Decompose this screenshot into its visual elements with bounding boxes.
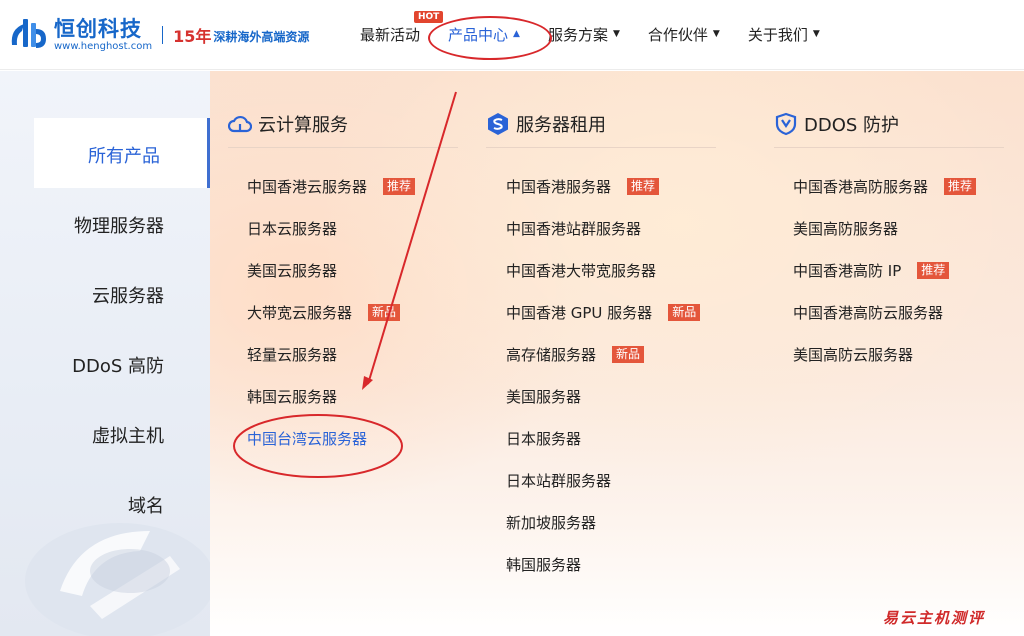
cloud-icon [228, 115, 252, 133]
menu-item-us-server[interactable]: 美国服务器 [506, 385, 581, 407]
column-divider [774, 147, 1004, 148]
nav-item-about-us[interactable]: 关于我们 ▼ [748, 24, 820, 45]
nav-item-solutions[interactable]: 服务方案 ▼ [548, 24, 620, 45]
menu-item-label: 中国香港云服务器 [247, 177, 368, 196]
menu-item-label: 轻量云服务器 [247, 345, 338, 364]
menu-item-label: 中国香港服务器 [506, 177, 612, 196]
menu-item-label: 中国台湾云服务器 [247, 429, 368, 448]
brand-logo[interactable]: 恒创科技 www.henghost.com 15年 深耕海外高端资源 [6, 12, 326, 58]
menu-item-label: 日本云服务器 [247, 219, 338, 238]
new-badge: 新品 [368, 303, 401, 321]
menu-item-label: 中国香港高防云服务器 [793, 303, 944, 322]
server-rental-icon [488, 113, 508, 135]
recommend-badge: 推荐 [627, 177, 660, 195]
menu-item-label: 中国香港 GPU 服务器 [506, 303, 653, 322]
menu-item-lightweight-cloud[interactable]: 轻量云服务器 [247, 343, 337, 365]
chevron-down-icon: ▼ [712, 29, 720, 39]
shield-icon [775, 112, 797, 136]
watermark-text: 易云主机测评 [883, 609, 986, 627]
menu-item-korea-cloud[interactable]: 韩国云服务器 [247, 385, 337, 407]
menu-item-hk-cloud[interactable]: 中国香港云服务器 推荐 [247, 175, 416, 197]
menu-item-label: 美国服务器 [506, 387, 582, 406]
menu-item-label: 日本站群服务器 [506, 471, 612, 490]
mega-menu-panel: 云计算服务 中国香港云服务器 推荐 日本云服务器 美国云服务器 大带宽云服务器 … [210, 71, 1024, 636]
column-title: 云计算服务 [258, 115, 348, 136]
nav-item-label: 合作伙伴 [647, 25, 708, 44]
column-divider [486, 147, 716, 148]
brand-divider [162, 26, 164, 44]
nav-item-latest-events[interactable]: 最新活动 HOT [360, 10, 444, 45]
decorative-logo-watermark [25, 523, 210, 636]
recommend-badge: 推荐 [383, 177, 416, 195]
menu-item-hk-gpu-server[interactable]: 中国香港 GPU 服务器 新品 [506, 301, 701, 323]
menu-item-singapore-server[interactable]: 新加坡服务器 [506, 511, 596, 533]
new-badge: 新品 [668, 303, 701, 321]
nav-item-label: 服务方案 [547, 25, 608, 44]
nav-item-label: 关于我们 [747, 25, 808, 44]
menu-item-label: 韩国云服务器 [247, 387, 338, 406]
recommend-badge: 推荐 [917, 261, 950, 279]
menu-item-label: 高存储服务器 [506, 345, 597, 364]
brand-url: www.henghost.com [54, 41, 153, 52]
column-header-cloud: 云计算服务 [228, 109, 348, 139]
menu-item-bandwidth-cloud[interactable]: 大带宽云服务器 新品 [247, 301, 401, 323]
column-header-server-rental: 服务器租用 [486, 109, 606, 139]
brand-years: 15年 [173, 27, 212, 46]
menu-item-label: 美国高防云服务器 [793, 345, 914, 364]
product-sidebar: 所有产品 物理服务器 云服务器 DDoS 高防 虚拟主机 域名 [0, 71, 210, 636]
menu-item-label: 美国高防服务器 [793, 219, 899, 238]
menu-item-hk-ddos-cloud[interactable]: 中国香港高防云服务器 [793, 301, 943, 323]
sidebar-item-domains[interactable]: 域名 [128, 492, 164, 518]
menu-item-hk-bandwidth-server[interactable]: 中国香港大带宽服务器 [506, 259, 656, 281]
column-title: DDOS 防护 [804, 115, 900, 136]
column-title: 服务器租用 [516, 115, 606, 136]
menu-item-hk-ddos-server[interactable]: 中国香港高防服务器 推荐 [793, 175, 977, 197]
menu-item-us-ddos-server[interactable]: 美国高防服务器 [793, 217, 898, 239]
brand-logo-icon [11, 19, 46, 48]
brand-slogan: 深耕海外高端资源 [213, 30, 310, 44]
chevron-down-icon: ▼ [612, 29, 620, 39]
menu-item-japan-server[interactable]: 日本服务器 [506, 427, 581, 449]
sidebar-item-all-products[interactable]: 所有产品 [34, 118, 210, 188]
menu-item-japan-cloud[interactable]: 日本云服务器 [247, 217, 337, 239]
menu-item-storage-server[interactable]: 高存储服务器 新品 [506, 343, 645, 365]
sidebar-item-ddos[interactable]: DDoS 高防 [72, 352, 164, 378]
menu-item-korea-server[interactable]: 韩国服务器 [506, 553, 581, 575]
menu-item-label: 中国香港高防 IP [793, 261, 902, 280]
menu-item-us-ddos-cloud[interactable]: 美国高防云服务器 [793, 343, 913, 365]
nav-item-label: 最新活动 [360, 25, 421, 44]
column-divider [228, 147, 458, 148]
menu-item-hk-cluster-server[interactable]: 中国香港站群服务器 [506, 217, 641, 239]
menu-item-label: 日本服务器 [506, 429, 582, 448]
menu-item-label: 中国香港站群服务器 [506, 219, 642, 238]
annotation-circle-nav [428, 16, 552, 60]
menu-item-label: 新加坡服务器 [506, 513, 597, 532]
column-header-ddos: DDOS 防护 [774, 109, 899, 139]
menu-item-label: 中国香港大带宽服务器 [506, 261, 657, 280]
sidebar-item-cloud-servers[interactable]: 云服务器 [92, 282, 164, 308]
brand-name: 恒创科技 [54, 17, 142, 41]
sidebar-item-virtual-hosting[interactable]: 虚拟主机 [92, 422, 164, 448]
menu-item-label: 大带宽云服务器 [247, 303, 353, 322]
menu-item-taiwan-cloud[interactable]: 中国台湾云服务器 [247, 427, 367, 449]
new-badge: 新品 [612, 345, 645, 363]
nav-item-partners[interactable]: 合作伙伴 ▼ [648, 24, 720, 45]
sidebar-item-physical-servers[interactable]: 物理服务器 [74, 212, 164, 238]
recommend-badge: 推荐 [944, 177, 977, 195]
chevron-down-icon: ▼ [812, 29, 820, 39]
menu-item-hk-ddos-ip[interactable]: 中国香港高防 IP 推荐 [793, 259, 950, 281]
brand-text: 恒创科技 www.henghost.com [54, 17, 152, 53]
menu-item-japan-cluster-server[interactable]: 日本站群服务器 [506, 469, 611, 491]
menu-item-hk-server[interactable]: 中国香港服务器 推荐 [506, 175, 660, 197]
hot-badge: HOT [414, 10, 444, 23]
menu-item-label: 韩国服务器 [506, 555, 582, 574]
menu-item-label: 美国云服务器 [247, 261, 338, 280]
menu-item-label: 中国香港高防服务器 [793, 177, 929, 196]
menu-item-us-cloud[interactable]: 美国云服务器 [247, 259, 337, 281]
